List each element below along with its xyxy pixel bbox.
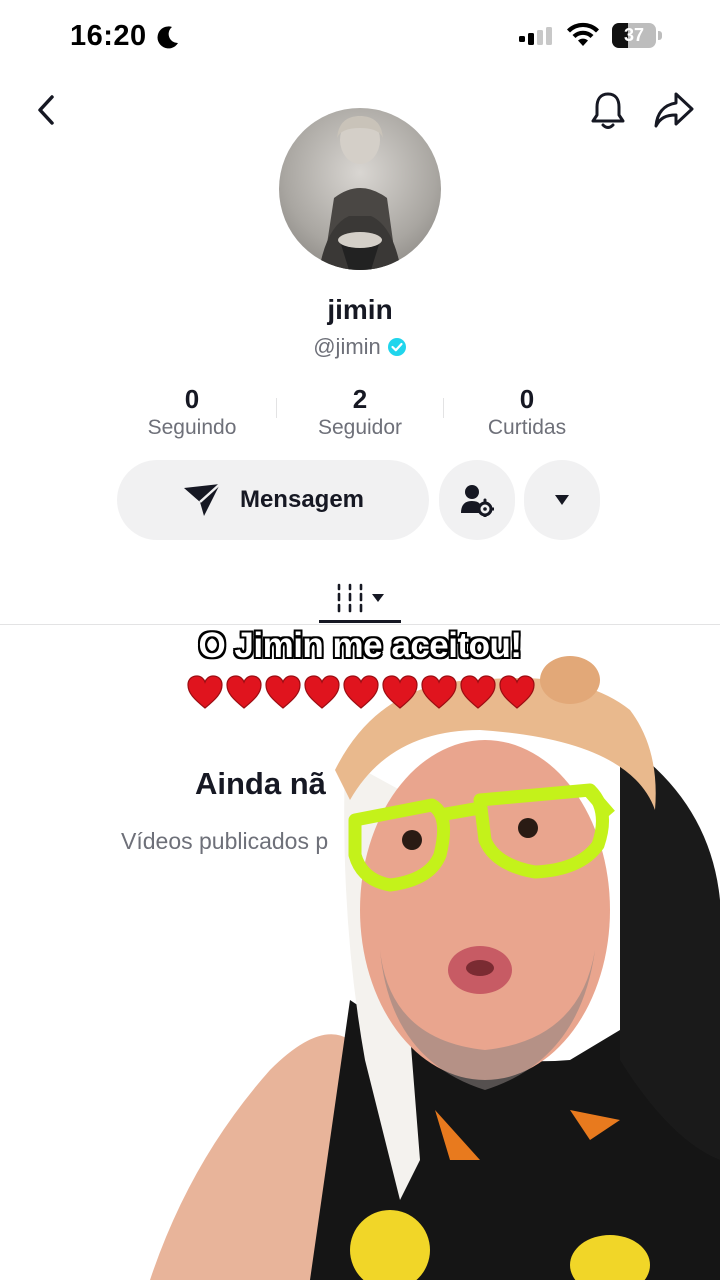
- battery-icon: 37: [612, 23, 662, 48]
- heart-icon: [343, 675, 379, 709]
- heart-icon: [460, 675, 496, 709]
- person-video-overlay: [150, 656, 720, 1280]
- heart-icon: [226, 675, 262, 709]
- hearts-row: [186, 674, 536, 714]
- message-button[interactable]: Mensagem: [117, 460, 429, 540]
- avatar[interactable]: [279, 108, 441, 270]
- profile-screen: 16:20 37 jimin @jimin 0 Seguindo 2 Segui…: [0, 0, 720, 1280]
- battery-cap: [658, 31, 662, 40]
- tab-underline: [319, 620, 401, 623]
- handle: @jimin: [313, 334, 381, 359]
- status-time: 16:20: [70, 20, 147, 52]
- share-icon[interactable]: [652, 90, 696, 130]
- heart-icon: [382, 675, 418, 709]
- followers-label: Seguidor: [317, 416, 403, 439]
- dropdown-button[interactable]: [524, 460, 600, 540]
- heart-icon: [187, 675, 223, 709]
- grid-lines-icon: [337, 583, 363, 613]
- avatar-photo: [319, 116, 401, 270]
- stat-followers[interactable]: 2 Seguidor: [280, 384, 440, 440]
- wifi-icon: [567, 22, 599, 46]
- send-icon: [183, 483, 221, 516]
- heart-icon: [499, 675, 535, 709]
- videos-tab[interactable]: [319, 570, 401, 626]
- stat-divider: [276, 398, 277, 418]
- battery-body: 37: [612, 23, 656, 48]
- following-count: 0: [184, 384, 200, 414]
- moon-icon: [157, 26, 178, 49]
- stat-divider: [443, 398, 444, 418]
- back-icon[interactable]: [30, 92, 64, 128]
- battery-percentage: 37: [623, 25, 645, 45]
- followers-count: 2: [352, 384, 368, 414]
- username: jimin: [327, 294, 393, 325]
- add-friend-button[interactable]: [439, 460, 515, 540]
- status-bar: 16:20 37: [0, 0, 720, 72]
- caret-down-icon: [372, 594, 384, 602]
- heart-icon: [265, 675, 301, 709]
- likes-label: Curtidas: [487, 416, 567, 439]
- heart-icon: [304, 675, 340, 709]
- add-friend-settings-icon: [461, 485, 494, 517]
- video-caption: O Jimin me aceitou!: [198, 626, 522, 665]
- handle-row: @jimin: [0, 334, 720, 360]
- message-label: Mensagem: [239, 486, 365, 513]
- likes-count: 0: [519, 384, 535, 414]
- bell-icon[interactable]: [588, 90, 628, 132]
- stat-likes[interactable]: 0 Curtidas: [447, 384, 607, 440]
- verified-icon: [387, 338, 406, 356]
- heart-icon: [421, 675, 457, 709]
- stat-following[interactable]: 0 Seguindo: [112, 384, 272, 440]
- signal-icon: [519, 27, 552, 45]
- following-label: Seguindo: [147, 416, 237, 439]
- tab-divider: [0, 624, 720, 625]
- caret-down-icon: [555, 495, 569, 505]
